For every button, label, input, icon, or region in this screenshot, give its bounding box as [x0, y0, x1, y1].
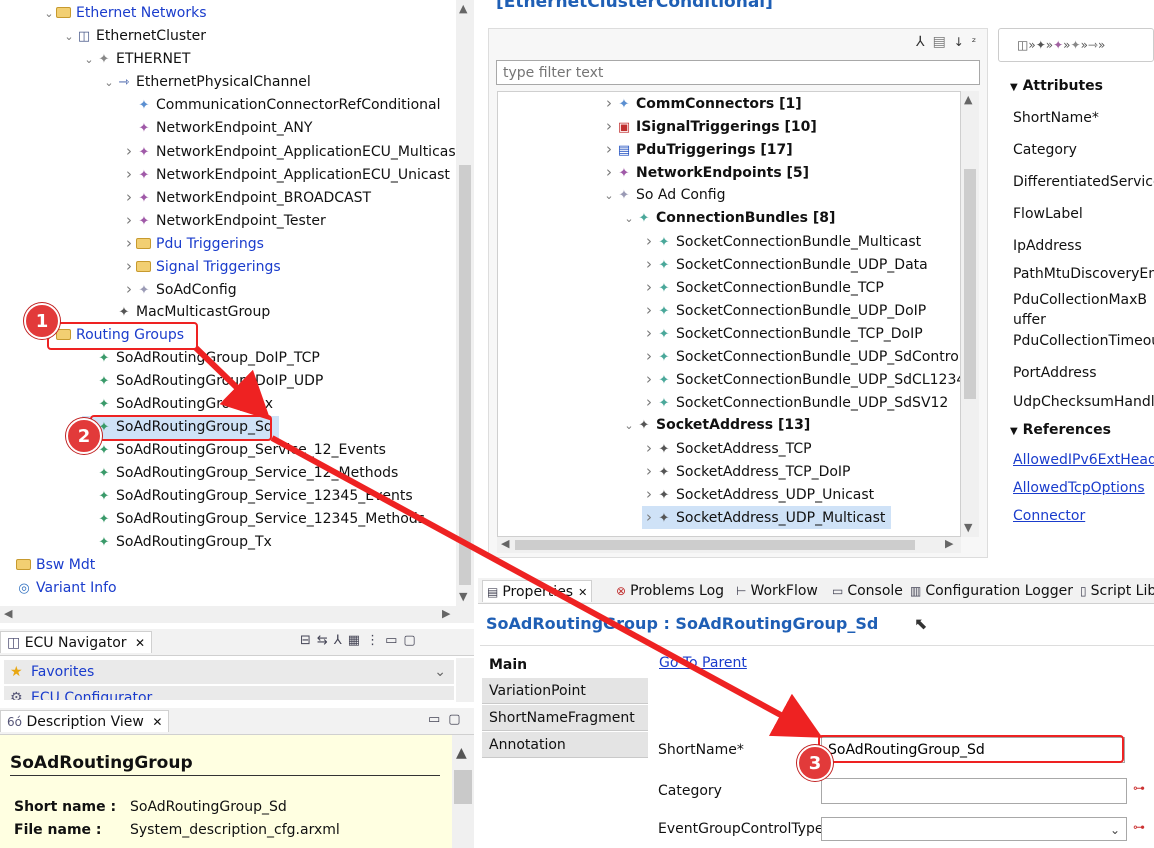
arrow-2-to-3 [270, 435, 823, 738]
highlight-routing-group-sd [90, 415, 272, 441]
step-marker-2: 2 [66, 418, 102, 454]
highlight-routing-groups [47, 322, 198, 350]
highlight-shortname-input [818, 735, 1124, 763]
step-marker-3: 3 [797, 745, 833, 781]
arrow-1-to-2 [193, 345, 271, 421]
step-marker-1: 1 [24, 303, 60, 339]
